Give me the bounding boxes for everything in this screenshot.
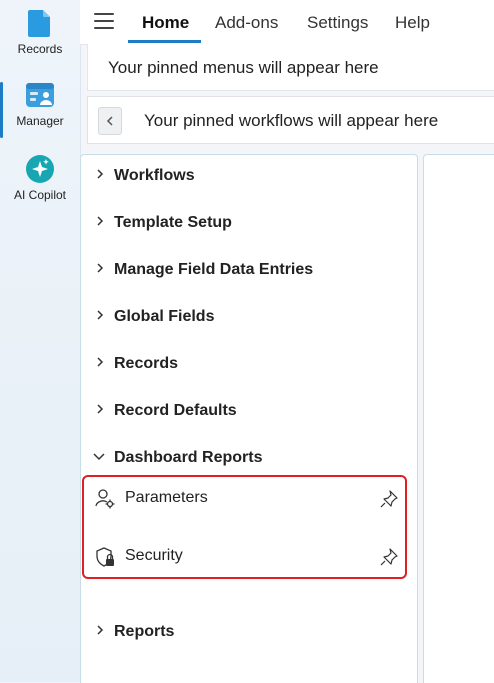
chevron-right-icon [97, 625, 104, 635]
chevron-right-icon [97, 357, 104, 367]
pinned-workflows-bar: Your pinned workflows will appear here [87, 96, 494, 144]
tree-item-records[interactable]: Records [81, 347, 417, 377]
tree-item-workflows[interactable]: Workflows [81, 159, 417, 189]
tab-add-ons[interactable]: Add-ons [215, 13, 278, 33]
chevron-right-icon [97, 310, 104, 320]
tree-item-template-setup[interactable]: Template Setup [81, 206, 417, 236]
chevron-right-icon [97, 404, 104, 414]
rail-label-ai-copilot: AI Copilot [13, 188, 67, 202]
active-tab-indicator [128, 40, 201, 43]
rail-item-ai-copilot[interactable]: AI Copilot [0, 154, 80, 202]
ai-copilot-icon [26, 155, 54, 183]
tab-home[interactable]: Home [142, 13, 189, 33]
top-menu-bar: Home Add-ons Settings Help [80, 0, 494, 45]
manager-icon [26, 83, 54, 107]
highlight-annotation [82, 475, 407, 579]
tree-label: Dashboard Reports [114, 449, 263, 466]
tree-label: Records [114, 355, 179, 372]
tree-label: Workflows [114, 167, 195, 184]
tree-item-reports[interactable]: Reports [81, 615, 417, 645]
tree-item-record-defaults[interactable]: Record Defaults [81, 394, 417, 424]
pinned-workflows-placeholder: Your pinned workflows will appear here [144, 111, 439, 130]
records-icon [28, 10, 50, 37]
pinned-menus-bar: Your pinned menus will appear here [87, 44, 494, 91]
rail-label-records: Records [17, 42, 63, 56]
tree-item-dashboard-reports[interactable]: Dashboard Reports [81, 441, 417, 471]
tab-help[interactable]: Help [395, 13, 430, 33]
chevron-right-icon [97, 263, 104, 273]
rail-item-records[interactable]: Records [0, 8, 80, 56]
rail-label-manager: Manager [16, 114, 64, 128]
chevron-left-icon [106, 116, 113, 126]
chevron-right-icon [97, 216, 104, 226]
chevron-right-icon [97, 169, 104, 179]
tab-settings[interactable]: Settings [307, 13, 368, 33]
tree-item-manage-field-data-entries[interactable]: Manage Field Data Entries [81, 253, 417, 283]
tree-label: Template Setup [114, 214, 232, 231]
chevron-down-icon [93, 453, 105, 461]
rail-item-manager[interactable]: Manager [0, 80, 80, 138]
tree-item-global-fields[interactable]: Global Fields [81, 300, 417, 330]
app-rail: Records Manager AI Copilot [0, 0, 81, 682]
tree-label: Record Defaults [114, 402, 237, 419]
tree-label: Global Fields [114, 308, 215, 325]
navigation-tree-panel: Workflows Template Setup Manage Field Da… [80, 154, 418, 683]
content-panel [423, 154, 494, 683]
tree-label: Reports [114, 623, 175, 640]
hamburger-menu-icon[interactable] [94, 13, 114, 31]
scroll-left-button[interactable] [98, 107, 122, 135]
pinned-menus-placeholder: Your pinned menus will appear here [108, 58, 379, 77]
tree-label: Manage Field Data Entries [114, 261, 314, 278]
